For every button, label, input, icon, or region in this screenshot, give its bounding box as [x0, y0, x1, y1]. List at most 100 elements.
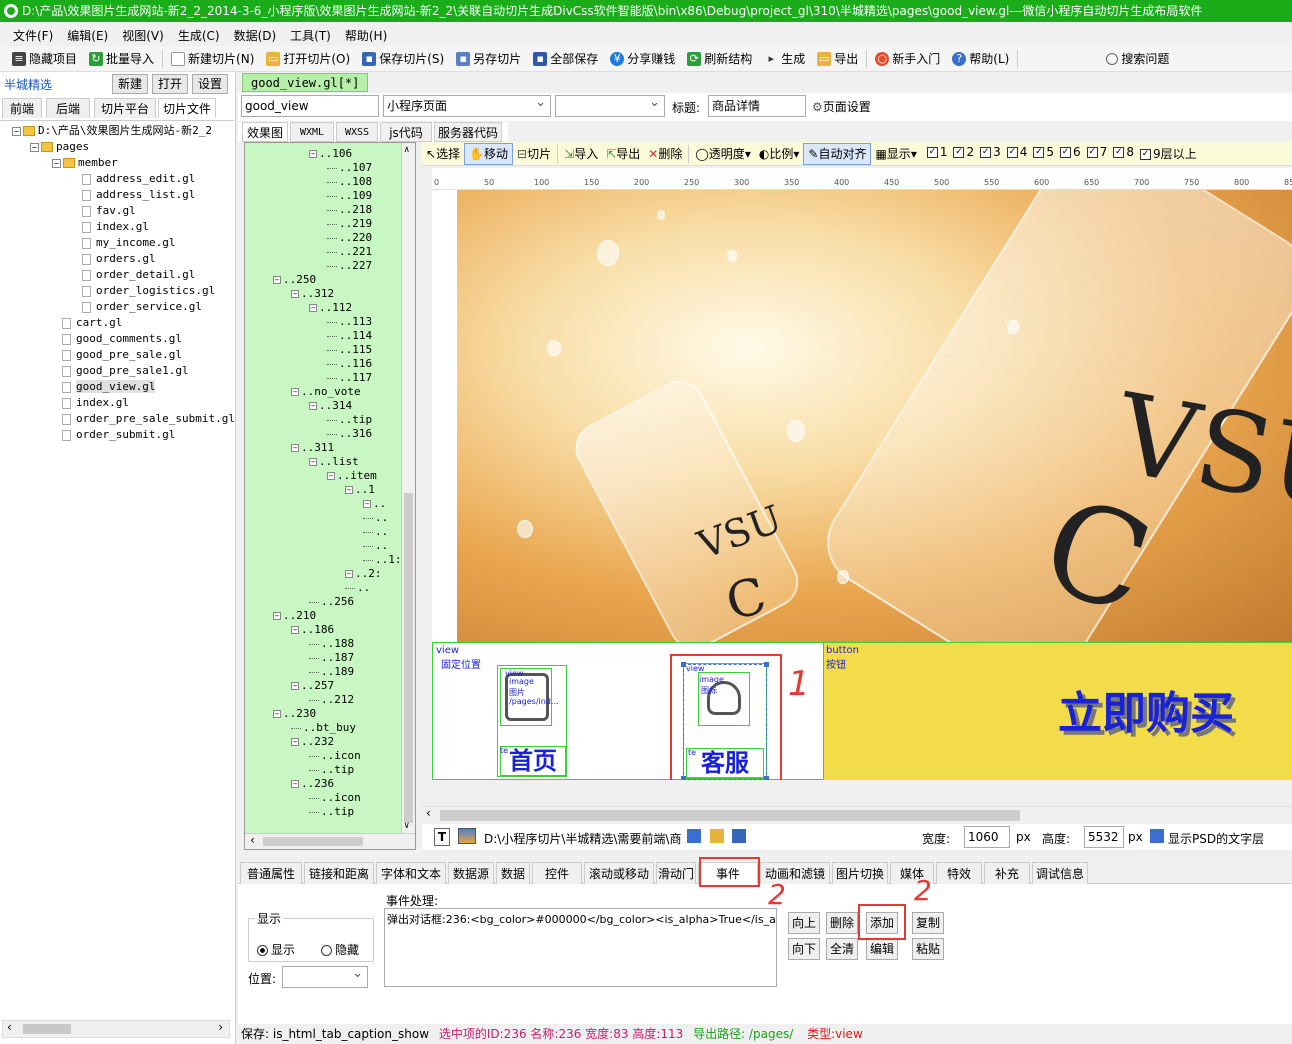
tab-js-code[interactable]: js代码 [380, 122, 432, 142]
width-input[interactable]: 1060 [964, 826, 1010, 848]
property-tab[interactable]: 补充 [984, 862, 1030, 884]
text-layer-icon[interactable]: T [434, 828, 450, 846]
node-tree-item[interactable]: ..115 [327, 343, 372, 357]
node-tree-item[interactable]: − ..314 [309, 399, 352, 413]
event-item-text[interactable]: 弹出对话框:236:<bg_color>#000000</bg_color><i… [387, 911, 776, 927]
tab-slice-files[interactable]: 切片文件 [158, 98, 216, 118]
save-slice-button[interactable]: ▪ 保存切片(S) [356, 48, 450, 70]
tree-file[interactable]: my_income.gl [82, 235, 175, 251]
display-dropdown[interactable]: ▦ 显示 ▾ [871, 143, 920, 165]
horizontal-scrollbar[interactable]: ‹ › [2, 1020, 230, 1038]
node-tree-item[interactable]: ..227 [327, 259, 372, 273]
tree-file[interactable]: good_comments.gl [62, 331, 182, 347]
delete-event-button[interactable]: 删除 [826, 912, 858, 934]
search-problem-button[interactable]: 搜索问题 [1100, 48, 1175, 70]
node-tree-item[interactable]: ..icon [309, 791, 361, 805]
node-tree-item[interactable]: −.. [363, 497, 386, 511]
node-tree-item[interactable]: − ..232 [291, 735, 334, 749]
property-tab[interactable]: 字体和文本 [376, 862, 446, 884]
property-tab[interactable]: 数据 [496, 862, 530, 884]
property-tab[interactable]: 数据源 [448, 862, 494, 884]
edit-event-button[interactable]: 编辑 [866, 938, 898, 960]
tab-good-view[interactable]: good_view.gl[*] [242, 73, 369, 92]
node-tree-item[interactable]: ..220 [327, 231, 372, 245]
export-tool[interactable]: ⇱ 导出 [602, 143, 644, 165]
slice-tool[interactable]: ⊟ 切片 [513, 143, 555, 165]
node-tree-item[interactable]: − ..236 [291, 777, 334, 791]
property-tab[interactable]: 控件 [532, 862, 582, 884]
select-tool[interactable]: ↖ 选择 [422, 143, 464, 165]
node-tree-item[interactable]: ..109 [327, 189, 372, 203]
layer-checkbox[interactable]: ✓ 7 [1086, 145, 1107, 162]
node-tree-item[interactable]: − ..210 [273, 609, 316, 623]
layer-checkbox[interactable]: ✓ 4 [1006, 145, 1027, 162]
tree-file[interactable]: index.gl [82, 219, 149, 235]
tree-file[interactable]: cart.gl [62, 315, 122, 331]
node-tree-item[interactable]: ..221 [327, 245, 372, 259]
home-label[interactable]: 首页 [500, 746, 566, 776]
node-tree-item[interactable]: − ..106 [309, 147, 352, 161]
delete-tool[interactable]: ✕ 删除 [644, 143, 686, 165]
property-tab[interactable]: 调试信息 [1032, 862, 1088, 884]
menu-view[interactable]: 视图(V) [115, 23, 171, 45]
tree-member[interactable]: − member [52, 155, 118, 171]
node-tree-item[interactable]: ..tip [327, 413, 372, 427]
tree-root[interactable]: − D:\产品\效果图片生成网站-新2_2 [12, 123, 212, 139]
tree-file[interactable]: address_list.gl [82, 187, 195, 203]
node-tree-item[interactable]: ..114 [327, 329, 372, 343]
node-tree-item[interactable]: .. [363, 525, 388, 539]
design-canvas[interactable]: VSU C VSU C view 固定位置 view image 图片 /pag… [432, 190, 1292, 780]
clear-all-button[interactable]: 全清 [826, 938, 858, 960]
tab-frontend[interactable]: 前端 [2, 98, 42, 118]
image-layer-icon[interactable] [458, 828, 476, 844]
buy-button[interactable]: button 按钮 立即购买 立即购买 [823, 643, 1292, 780]
node-tree-item[interactable]: ..187 [309, 651, 354, 665]
node-tree-item[interactable]: ..bt_buy [291, 721, 356, 735]
menu-data[interactable]: 数据(D) [227, 23, 284, 45]
page-type-select[interactable]: 小程序页面 [383, 95, 551, 117]
node-tree-item[interactable]: − ..no_vote [291, 385, 361, 399]
node-tree-scrollbar[interactable]: ∧ ∨ [401, 143, 415, 833]
browse-icon[interactable] [687, 829, 701, 843]
tab-wxml[interactable]: WXML [290, 122, 334, 142]
tab-server-code[interactable]: 服务器代码 [434, 122, 502, 142]
folder-icon[interactable] [710, 829, 724, 843]
save-all-button[interactable]: ▪ 全部保存 [527, 48, 604, 70]
tree-file[interactable]: index.gl [62, 395, 129, 411]
property-tab[interactable]: 滚动或移动 [584, 862, 654, 884]
node-tree-item[interactable]: ..316 [327, 427, 372, 441]
node-tree-item[interactable]: ..116 [327, 357, 372, 371]
opacity-dropdown[interactable]: ◯ 透明度 ▾ [691, 143, 754, 165]
new-button[interactable]: 新建 [112, 74, 148, 94]
node-tree-item[interactable]: − ..257 [291, 679, 334, 693]
node-tree-item[interactable]: − ..1 [345, 483, 375, 497]
home-view[interactable]: view image 图片 /pages/ind... 首页 te [497, 665, 567, 777]
page-name-input[interactable]: good_view [241, 95, 379, 117]
show-psd-text-button[interactable]: 显示PSD的文字层 [1168, 830, 1264, 847]
node-tree-hscroll[interactable]: ‹ [245, 833, 415, 849]
settings-button[interactable]: 设置 [192, 74, 228, 94]
export-button[interactable]: ▭ 导出 [811, 48, 864, 70]
copy-event-button[interactable]: 复制 [912, 912, 944, 934]
node-tree-item[interactable]: ..icon [309, 749, 361, 763]
property-tab[interactable]: 普通属性 [240, 862, 302, 884]
secondary-select[interactable] [555, 95, 665, 117]
node-tree-item[interactable]: ..256 [309, 595, 354, 609]
tree-file[interactable]: good_pre_sale.gl [62, 347, 182, 363]
node-tree-item[interactable]: ..188 [309, 637, 354, 651]
help-button[interactable]: ? 帮助(L) [946, 48, 1015, 70]
node-tree-item[interactable]: ..219 [327, 217, 372, 231]
open-slice-button[interactable]: ▭ 打开切片(O) [260, 48, 356, 70]
bottom-fixed-view[interactable]: view 固定位置 view image 图片 /pages/ind... 首页… [432, 642, 1292, 780]
property-tab[interactable]: 滑动门 [656, 862, 696, 884]
node-tree-item[interactable]: − ..250 [273, 273, 316, 287]
property-tab[interactable]: 特效 [936, 862, 982, 884]
open-button[interactable]: 打开 [152, 74, 188, 94]
node-tree-item[interactable]: − ..230 [273, 707, 316, 721]
tree-pages[interactable]: − pages [30, 139, 89, 155]
tree-file[interactable]: good_pre_sale1.gl [62, 363, 189, 379]
beginner-guide-button[interactable]: ○ 新手入门 [869, 48, 946, 70]
node-tree-item[interactable]: − ..list [309, 455, 359, 469]
auto-align-toggle[interactable]: ✎ 自动对齐 [803, 142, 872, 165]
node-tree-item[interactable]: − ..186 [291, 623, 334, 637]
